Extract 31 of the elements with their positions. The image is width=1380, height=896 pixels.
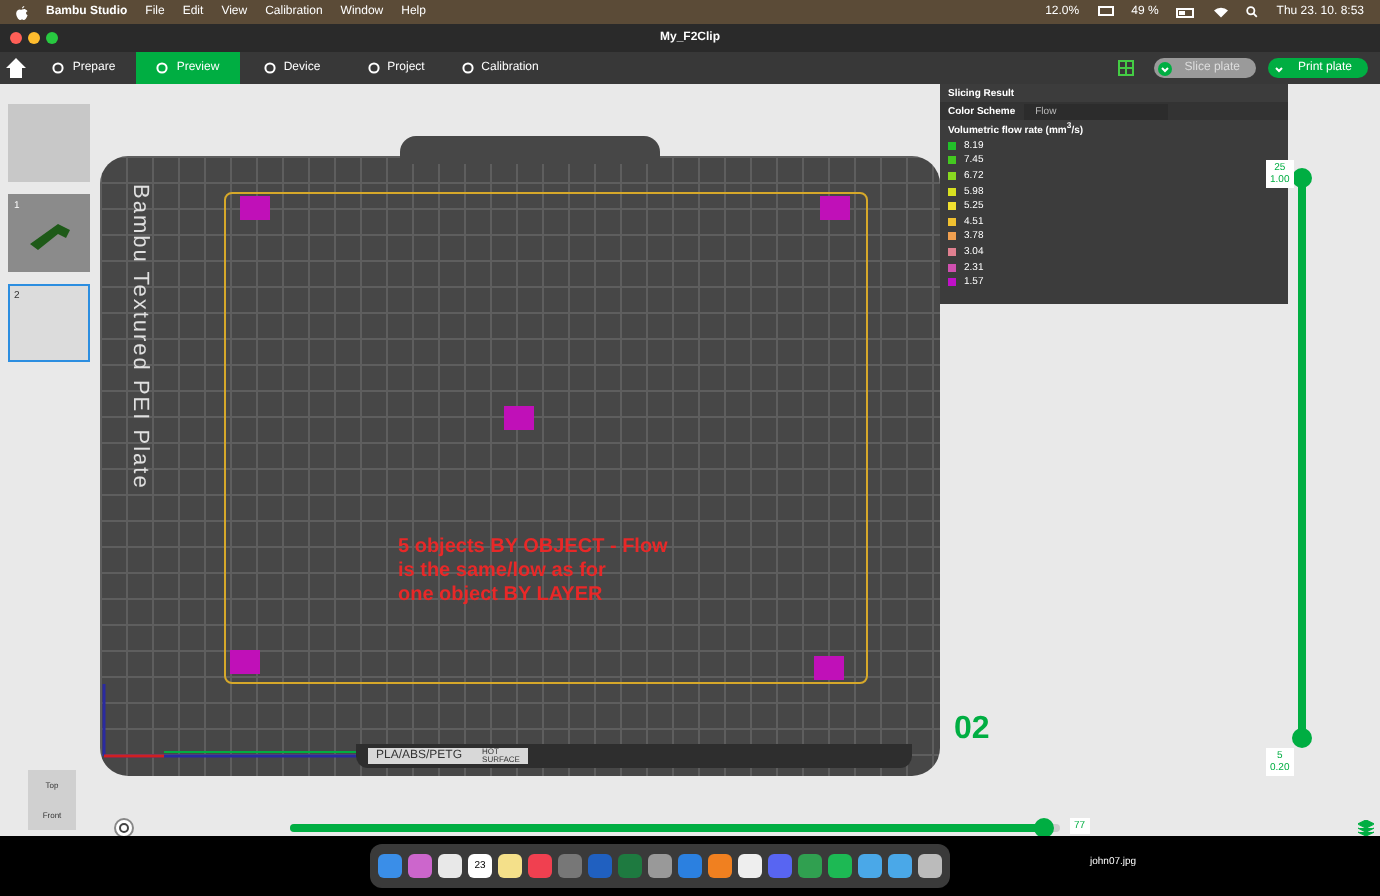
- minimize-button[interactable]: [28, 32, 40, 44]
- app-icon[interactable]: [918, 854, 942, 878]
- close-button[interactable]: [10, 32, 22, 44]
- annotation: 5 objects BY OBJECT - Flow is the same/low as for one object BY LAYER: [398, 536, 668, 608]
- chevron-icon: [1158, 61, 1173, 75]
- printed-object: [230, 650, 260, 674]
- display-icon[interactable]: [1097, 6, 1114, 18]
- plate-number: 02: [954, 712, 990, 748]
- app-icon[interactable]: [888, 854, 912, 878]
- app-icon[interactable]: [648, 854, 672, 878]
- layers-icon[interactable]: [1358, 820, 1374, 836]
- zoom-button[interactable]: [46, 32, 58, 44]
- printed-object: [504, 406, 534, 430]
- printed-object: [820, 196, 850, 220]
- plate-name: Bambu Textured PEI Plate: [128, 184, 152, 490]
- printed-object: [240, 196, 270, 220]
- app-icon[interactable]: [438, 854, 462, 878]
- app-icon[interactable]: [498, 854, 522, 878]
- app-icon[interactable]: [708, 854, 732, 878]
- apple-icon: [16, 5, 28, 19]
- wifi-icon[interactable]: [1214, 6, 1229, 18]
- plate-thumbnail[interactable]: [8, 104, 90, 182]
- app-icon[interactable]: [858, 854, 882, 878]
- search-icon[interactable]: [1246, 6, 1259, 18]
- focus-icon[interactable]: [114, 818, 134, 838]
- layout-icon[interactable]: [1118, 60, 1135, 76]
- battery-icon: [1176, 7, 1197, 17]
- app-icon[interactable]: [828, 854, 852, 878]
- app-icon[interactable]: [738, 854, 762, 878]
- chevron-icon: [1271, 61, 1286, 75]
- printed-object: [814, 656, 844, 680]
